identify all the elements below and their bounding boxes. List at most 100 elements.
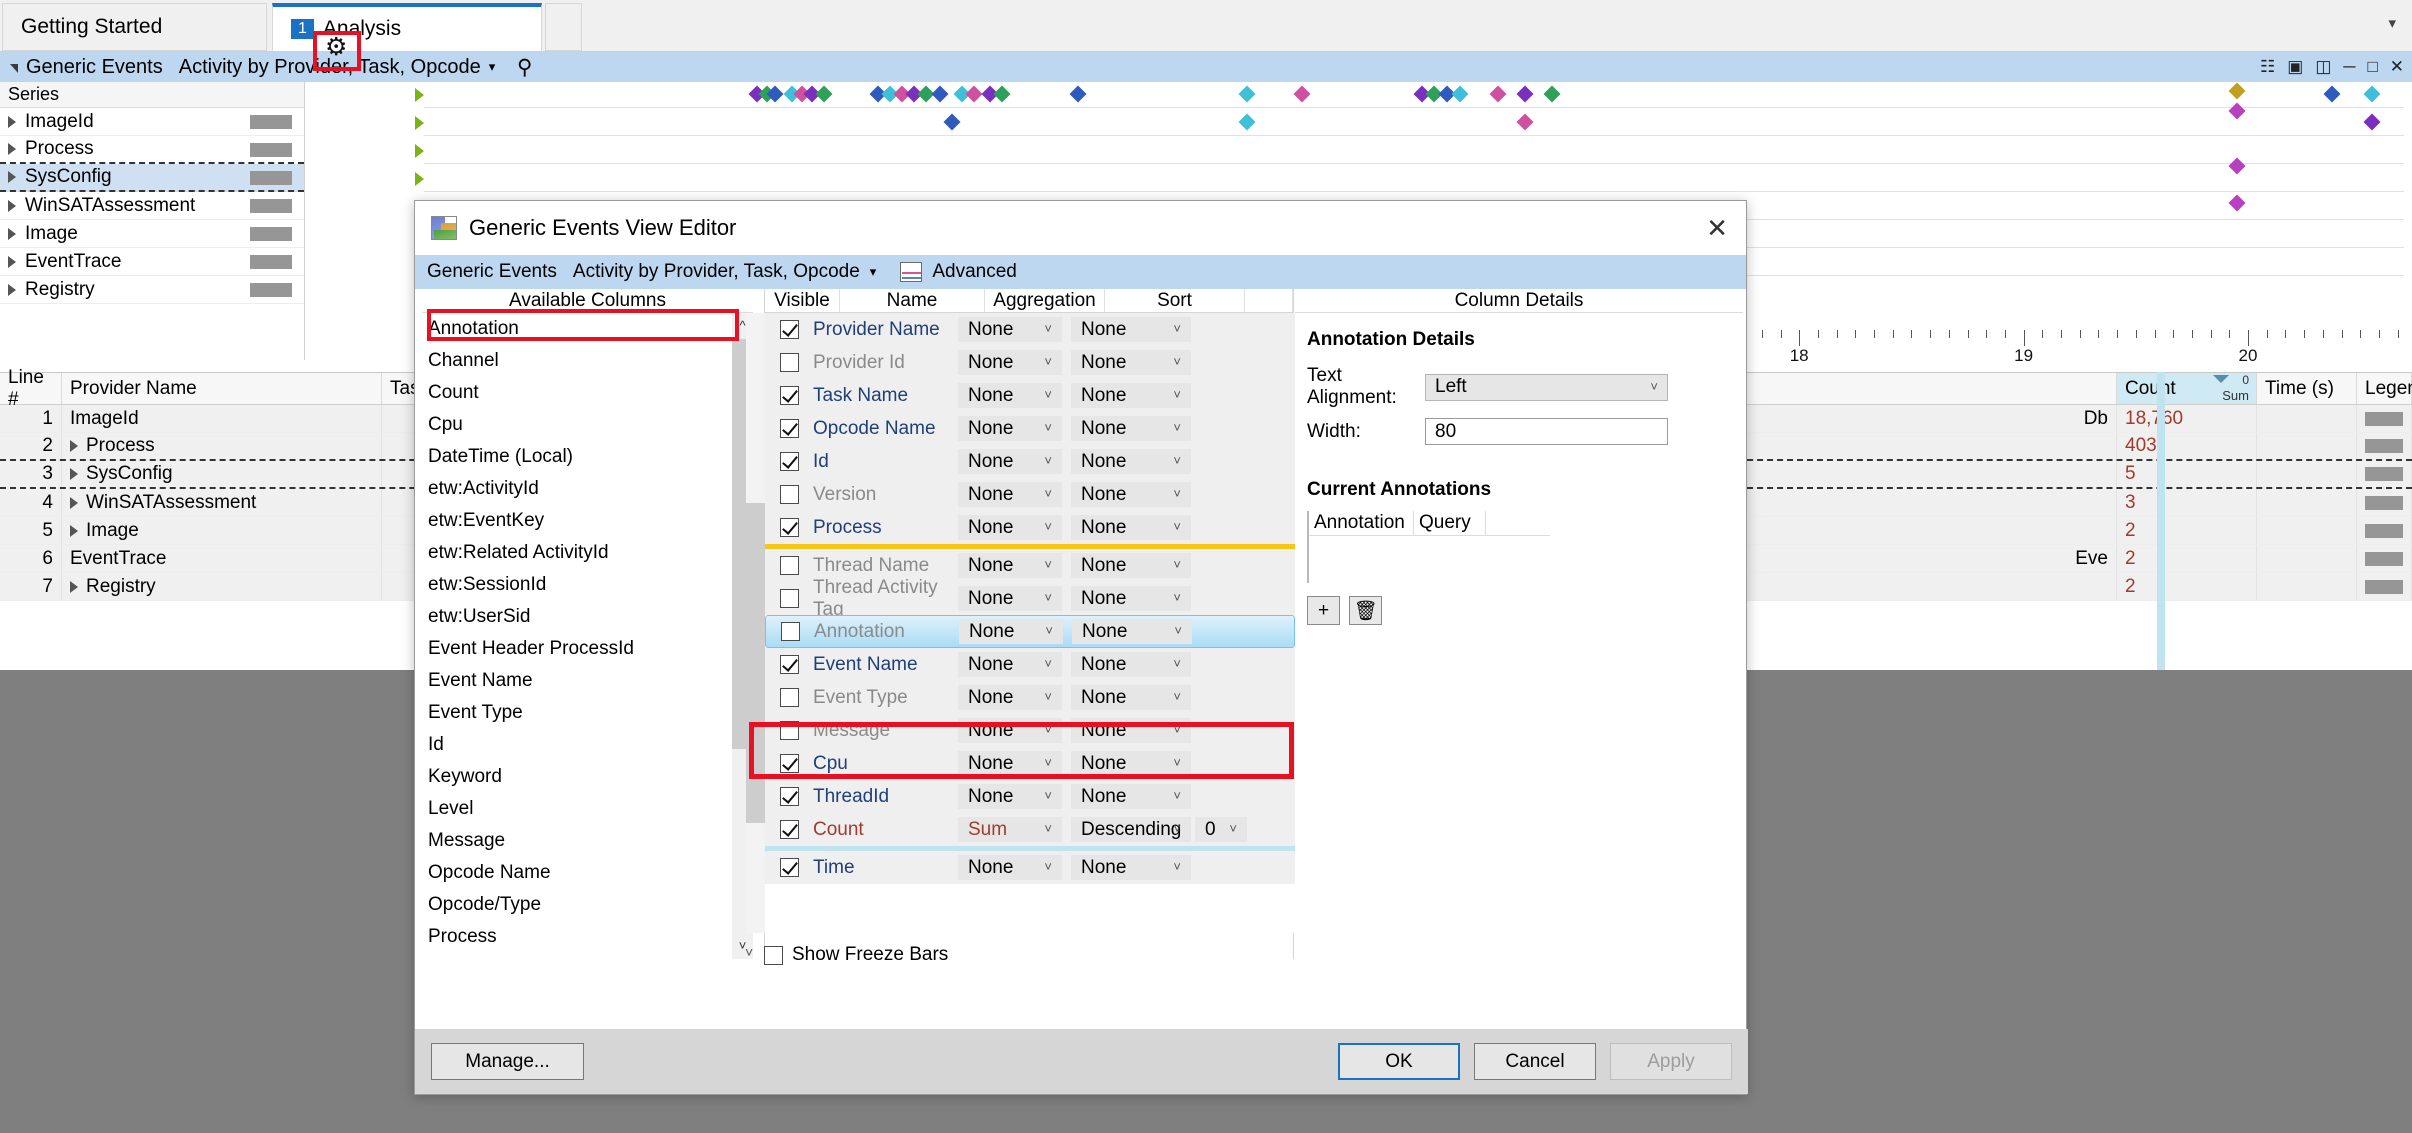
expand-triangle-icon[interactable]: [8, 199, 16, 212]
column-row-message[interactable]: Message None ˅ None ˅: [765, 714, 1295, 747]
track-expand-icon[interactable]: [415, 116, 424, 130]
column-row-version[interactable]: Version None ˅ None ˅: [765, 478, 1295, 511]
sort-select[interactable]: None ˅: [1071, 751, 1191, 776]
visible-checkbox[interactable]: [779, 589, 799, 608]
advanced-chart-icon[interactable]: [900, 262, 923, 282]
visible-cell[interactable]: [765, 419, 813, 438]
expand-triangle-icon[interactable]: [8, 227, 16, 240]
col-count-header[interactable]: Count Sum 0: [2117, 373, 2257, 404]
track-expand-icon[interactable]: [415, 172, 424, 186]
sort-select[interactable]: None ˅: [1072, 619, 1192, 644]
visible-cell[interactable]: [766, 622, 814, 641]
sort-select[interactable]: None ˅: [1071, 416, 1191, 441]
column-row-annotation[interactable]: Annotation None ˅ None ˅: [765, 615, 1295, 648]
event-marker[interactable]: [1516, 113, 1534, 131]
sort-select[interactable]: None ˅: [1071, 652, 1191, 677]
view-preset-chevron-down-icon[interactable]: ▾: [489, 59, 496, 75]
series-item-process[interactable]: Process: [0, 136, 304, 164]
cancel-button[interactable]: Cancel: [1474, 1043, 1596, 1080]
columns-table-rows[interactable]: Provider Name None ˅ None ˅ Provider Id None ˅ N…: [765, 313, 1295, 933]
aggregation-select[interactable]: None ˅: [958, 586, 1062, 611]
window-btn-1[interactable]: ▣: [2287, 57, 2303, 77]
column-row-count[interactable]: Count Sum ˅ Descending ˅ 0 ˅: [765, 813, 1295, 846]
visible-checkbox[interactable]: [779, 419, 799, 438]
columns-header-visible[interactable]: Visible: [765, 289, 840, 312]
visible-checkbox[interactable]: [779, 820, 799, 839]
tab-overflow-area[interactable]: [545, 3, 582, 51]
visible-cell[interactable]: [765, 320, 813, 339]
visible-checkbox[interactable]: [779, 688, 799, 707]
sort-select[interactable]: None ˅: [1071, 553, 1191, 578]
event-marker[interactable]: [1489, 85, 1507, 103]
visible-cell[interactable]: [765, 589, 813, 608]
available-column-process[interactable]: Process: [422, 921, 732, 953]
column-row-id[interactable]: Id None ˅ None ˅: [765, 445, 1295, 478]
column-row-opcode-name[interactable]: Opcode Name None ˅ None ˅: [765, 412, 1295, 445]
track-expand-icon[interactable]: [415, 88, 424, 102]
event-marker[interactable]: [993, 85, 1011, 103]
aggregation-select[interactable]: None ˅: [958, 718, 1062, 743]
graph-track-3[interactable]: [415, 166, 2404, 192]
available-column-opcode-name[interactable]: Opcode Name: [422, 857, 732, 889]
visible-cell[interactable]: [765, 518, 813, 537]
column-row-cpu[interactable]: Cpu None ˅ None ˅: [765, 747, 1295, 780]
column-row-threadid[interactable]: ThreadId None ˅ None ˅: [765, 780, 1295, 813]
sort-select[interactable]: None ˅: [1071, 383, 1191, 408]
available-column-opcode-type[interactable]: Opcode/Type: [422, 889, 732, 921]
available-column-event-name[interactable]: Event Name: [422, 665, 732, 697]
available-column-level[interactable]: Level: [422, 793, 732, 825]
available-column-etw-eventkey[interactable]: etw:EventKey: [422, 505, 732, 537]
show-freeze-bars-checkbox[interactable]: [764, 945, 783, 965]
visible-checkbox[interactable]: [779, 518, 799, 537]
aggregation-select[interactable]: None ˅: [958, 553, 1062, 578]
available-column-count[interactable]: Count: [422, 377, 732, 409]
aggregation-select[interactable]: None ˅: [958, 855, 1062, 880]
event-marker[interactable]: [2363, 85, 2381, 103]
visible-cell[interactable]: [765, 655, 813, 674]
visible-cell[interactable]: [765, 485, 813, 504]
available-columns-list[interactable]: Annotation Channel Count Cpu DateTime (Local…: [422, 313, 732, 959]
window-btn-minimize[interactable]: ─: [2343, 57, 2355, 77]
collapse-triangle-icon[interactable]: [10, 63, 18, 73]
series-item-winsatassessment[interactable]: WinSATAssessment: [0, 192, 304, 220]
trash-icon[interactable]: 🗑: [1349, 596, 1382, 625]
event-marker[interactable]: [931, 85, 949, 103]
visible-checkbox[interactable]: [779, 556, 799, 575]
visible-checkbox[interactable]: [779, 721, 799, 740]
event-marker[interactable]: [965, 85, 983, 103]
visible-cell[interactable]: [765, 820, 813, 839]
aggregation-select[interactable]: None ˅: [958, 482, 1062, 507]
sort-select[interactable]: None ˅: [1071, 784, 1191, 809]
columns-header-name[interactable]: Name: [840, 289, 985, 312]
series-item-registry[interactable]: Registry: [0, 276, 304, 304]
available-column-event-header-processid[interactable]: Event Header ProcessId: [422, 633, 732, 665]
visible-checkbox[interactable]: [779, 787, 799, 806]
graph-track-0[interactable]: [415, 82, 2404, 108]
expand-triangle-icon[interactable]: [70, 440, 78, 452]
visible-cell[interactable]: [765, 787, 813, 806]
columns-scroll-down-icon[interactable]: ˅: [745, 944, 753, 960]
dialog-preset-name[interactable]: Activity by Provider, Task, Opcode: [573, 261, 860, 283]
aggregation-select[interactable]: None ˅: [958, 416, 1062, 441]
available-column-datetime-local-[interactable]: DateTime (Local): [422, 441, 732, 473]
available-column-message[interactable]: Message: [422, 825, 732, 857]
columns-table-scrollbar[interactable]: [746, 313, 765, 933]
columns-header-spacer[interactable]: [1245, 289, 1293, 312]
event-marker[interactable]: [2323, 85, 2341, 103]
visible-cell[interactable]: [765, 452, 813, 471]
columns-header-aggregation[interactable]: Aggregation: [985, 289, 1105, 312]
visible-checkbox[interactable]: [779, 320, 799, 339]
event-marker[interactable]: [1451, 85, 1469, 103]
available-column-etw-activityid[interactable]: etw:ActivityId: [422, 473, 732, 505]
visible-checkbox[interactable]: [779, 754, 799, 773]
column-row-event-name[interactable]: Event Name None ˅ None ˅: [765, 648, 1295, 681]
aggregation-select[interactable]: None ˅: [958, 515, 1062, 540]
event-marker[interactable]: [1238, 113, 1256, 131]
sort-select[interactable]: None ˅: [1071, 685, 1191, 710]
sort-priority-select[interactable]: 0 ˅: [1195, 817, 1247, 842]
plus-icon[interactable]: +: [1307, 596, 1340, 625]
graph-track-2[interactable]: [415, 138, 2404, 164]
col-time-header[interactable]: Time (s): [2257, 373, 2357, 404]
tab-getting-started[interactable]: Getting Started: [2, 3, 267, 51]
sort-select[interactable]: Descending ˅: [1071, 817, 1191, 842]
